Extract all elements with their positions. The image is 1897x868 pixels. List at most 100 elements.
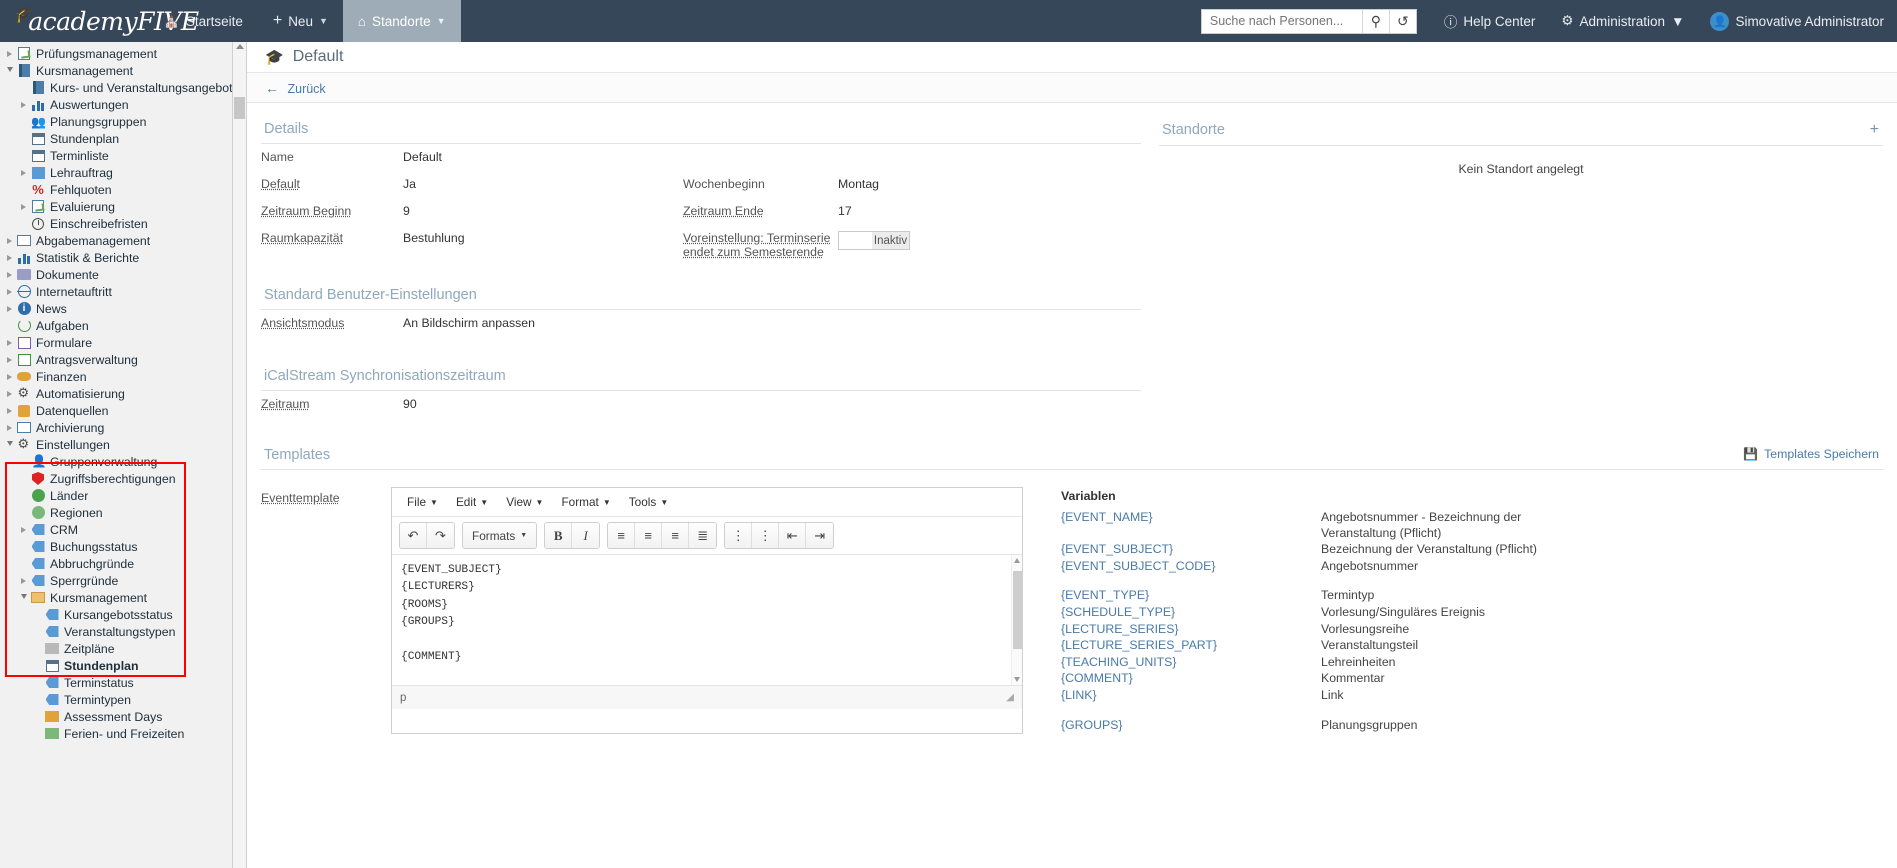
sidebar-item-formulare[interactable]: Formulare: [0, 334, 232, 351]
variable-name[interactable]: {LINK}: [1061, 688, 1321, 704]
editor-menu-file[interactable]: File ▼: [399, 493, 446, 511]
sidebar-item-stundenplan[interactable]: Stundenplan: [0, 657, 232, 674]
sidebar-item-antragsverwaltung[interactable]: Antragsverwaltung: [0, 351, 232, 368]
eventtemplate-label[interactable]: Eventtemplate: [261, 491, 340, 505]
sidebar-item-pr-fungsmanagement[interactable]: Prüfungsmanagement: [0, 45, 232, 62]
sidebar-item-aufgaben[interactable]: Aufgaben: [0, 317, 232, 334]
sidebar-scrollbar[interactable]: [233, 42, 247, 868]
variable-name[interactable]: {TEACHING_UNITS}: [1061, 655, 1321, 671]
sidebar-item-gruppenverwaltung[interactable]: 👤 Gruppenverwaltung: [0, 453, 232, 470]
sidebar-item-regionen[interactable]: Regionen: [0, 504, 232, 521]
tree-expand-arrow-icon[interactable]: [3, 407, 16, 414]
app-logo[interactable]: 🎓 academyFIVE: [0, 0, 199, 42]
indent-icon[interactable]: ⇥: [806, 523, 834, 548]
sidebar-item-einstellungen[interactable]: ⚙ Einstellungen: [0, 436, 232, 453]
sidebar-item-termintypen[interactable]: Termintypen: [0, 691, 232, 708]
editor-menu-edit[interactable]: Edit ▼: [448, 493, 496, 511]
scroll-up-arrow-icon[interactable]: [1014, 558, 1020, 563]
bold-button[interactable]: B: [545, 523, 573, 548]
sidebar-item-kurs-und-veranstaltungsangebote[interactable]: Kurs- und Veranstaltungsangebote: [0, 79, 232, 96]
sidebar-item-evaluierung[interactable]: Evaluierung: [0, 198, 232, 215]
nav-item-neu[interactable]: + Neu ▼: [258, 0, 343, 42]
tree-expand-arrow-icon[interactable]: [3, 254, 16, 261]
variable-name[interactable]: {LECTURE_SERIES_PART}: [1061, 638, 1321, 654]
editor-menu-view[interactable]: View ▼: [498, 493, 551, 511]
add-standort-plus-icon[interactable]: +: [1870, 121, 1879, 139]
sidebar-item-stundenplan[interactable]: Stundenplan: [0, 130, 232, 147]
history-clock-icon[interactable]: ↺: [1388, 9, 1416, 33]
tree-expand-arrow-icon[interactable]: [3, 288, 16, 295]
variable-name[interactable]: {EVENT_TYPE}: [1061, 588, 1321, 604]
sidebar-item-news[interactable]: i News: [0, 300, 232, 317]
sidebar-item-lehrauftrag[interactable]: Lehrauftrag: [0, 164, 232, 181]
editor-menu-tools[interactable]: Tools ▼: [621, 493, 676, 511]
tree-expand-arrow-icon[interactable]: [3, 339, 16, 346]
sidebar-item-kursmanagement[interactable]: Kursmanagement: [0, 589, 232, 606]
details-field-label-secondary[interactable]: Voreinstellung: Terminserie endet zum Se…: [683, 231, 838, 259]
bullet-list-icon[interactable]: ⋮: [725, 523, 753, 548]
details-field-label[interactable]: Raumkapazität: [261, 231, 403, 245]
sidebar-item-zeitpl-ne[interactable]: Zeitpläne: [0, 640, 232, 657]
tree-expand-arrow-icon[interactable]: [3, 305, 16, 312]
tree-expand-arrow-icon[interactable]: [17, 526, 30, 533]
variable-name[interactable]: {EVENT_SUBJECT}: [1061, 542, 1321, 558]
sidebar-item-zugriffsberechtigungen[interactable]: Zugriffsberechtigungen: [0, 470, 232, 487]
help-center-link[interactable]: ⓘ Help Center: [1431, 0, 1549, 42]
align-right-icon[interactable]: ≡: [662, 523, 690, 548]
tree-expand-arrow-icon[interactable]: [3, 373, 16, 380]
search-input[interactable]: [1201, 9, 1362, 33]
align-justify-icon[interactable]: ≣: [689, 523, 717, 548]
sidebar-item-terminstatus[interactable]: Terminstatus: [0, 674, 232, 691]
nav-item-startseite[interactable]: ⛪ Startseite: [148, 0, 258, 42]
tree-expand-arrow-icon[interactable]: [3, 271, 16, 278]
tree-expand-arrow-icon[interactable]: [3, 356, 16, 363]
scroll-up-arrow-icon[interactable]: [236, 44, 244, 49]
templates-save-button[interactable]: 💾 Templates Speichern: [1743, 447, 1883, 465]
sidebar-item-crm[interactable]: CRM: [0, 521, 232, 538]
variable-name[interactable]: {EVENT_NAME}: [1061, 510, 1321, 541]
sidebar-item-dokumente[interactable]: Dokumente: [0, 266, 232, 283]
sidebar-item-fehlquoten[interactable]: % Fehlquoten: [0, 181, 232, 198]
sidebar-item-datenquellen[interactable]: Datenquellen: [0, 402, 232, 419]
sidebar-item-sperrgr-nde[interactable]: Sperrgründe: [0, 572, 232, 589]
details-field-label[interactable]: Zeitraum Beginn: [261, 204, 403, 218]
variable-name[interactable]: {EVENT_SUBJECT_CODE}: [1061, 559, 1321, 575]
tree-expand-arrow-icon[interactable]: [3, 390, 16, 397]
sidebar-item-terminliste[interactable]: Terminliste: [0, 147, 232, 164]
formats-dropdown[interactable]: Formats ▼: [463, 523, 537, 548]
details-field-label[interactable]: Default: [261, 177, 403, 191]
align-left-icon[interactable]: ≡: [608, 523, 636, 548]
back-link[interactable]: ← Zurück: [265, 80, 326, 96]
numbered-list-icon[interactable]: ⋮: [752, 523, 780, 548]
search-box[interactable]: ⚲ ↺: [1200, 8, 1417, 34]
sidebar-item-finanzen[interactable]: Finanzen: [0, 368, 232, 385]
tree-collapse-arrow-icon[interactable]: [17, 593, 30, 602]
align-center-icon[interactable]: ≡: [635, 523, 663, 548]
editor-scrollbar[interactable]: [1011, 555, 1022, 685]
scrollbar-thumb[interactable]: [234, 97, 245, 119]
tree-expand-arrow-icon[interactable]: [17, 577, 30, 584]
redo-arrow-icon[interactable]: ↷: [427, 523, 454, 548]
variable-name[interactable]: {LECTURE_SERIES}: [1061, 622, 1321, 638]
italic-button[interactable]: I: [572, 523, 600, 548]
sidebar-item-kursangebotsstatus[interactable]: Kursangebotsstatus: [0, 606, 232, 623]
tree-expand-arrow-icon[interactable]: [17, 101, 30, 108]
undo-arrow-icon[interactable]: ↶: [400, 523, 427, 548]
tree-collapse-arrow-icon[interactable]: [3, 66, 16, 75]
sidebar-item-kursmanagement[interactable]: Kursmanagement: [0, 62, 232, 79]
administration-menu[interactable]: ⚙ Administration ▼: [1548, 0, 1697, 42]
tree-expand-arrow-icon[interactable]: [17, 203, 30, 210]
sidebar-item-archivierung[interactable]: Archivierung: [0, 419, 232, 436]
variable-name[interactable]: {COMMENT}: [1061, 671, 1321, 687]
search-icon[interactable]: ⚲: [1361, 9, 1389, 33]
ical-field-label[interactable]: Zeitraum: [261, 397, 403, 411]
sidebar-item-internetauftritt[interactable]: Internetauftritt: [0, 283, 232, 300]
sidebar-item-veranstaltungstypen[interactable]: Veranstaltungstypen: [0, 623, 232, 640]
sidebar-item-auswertungen[interactable]: Auswertungen: [0, 96, 232, 113]
scroll-down-arrow-icon[interactable]: [1014, 677, 1020, 682]
sidebar-item-planungsgruppen[interactable]: 👥 Planungsgruppen: [0, 113, 232, 130]
user-menu[interactable]: 👤 Simovative Administrator: [1697, 0, 1897, 42]
tree-expand-arrow-icon[interactable]: [3, 50, 16, 57]
variable-name[interactable]: {GROUPS}: [1061, 718, 1321, 734]
nav-item-standorte[interactable]: ⌂ Standorte ▼: [342, 0, 461, 42]
